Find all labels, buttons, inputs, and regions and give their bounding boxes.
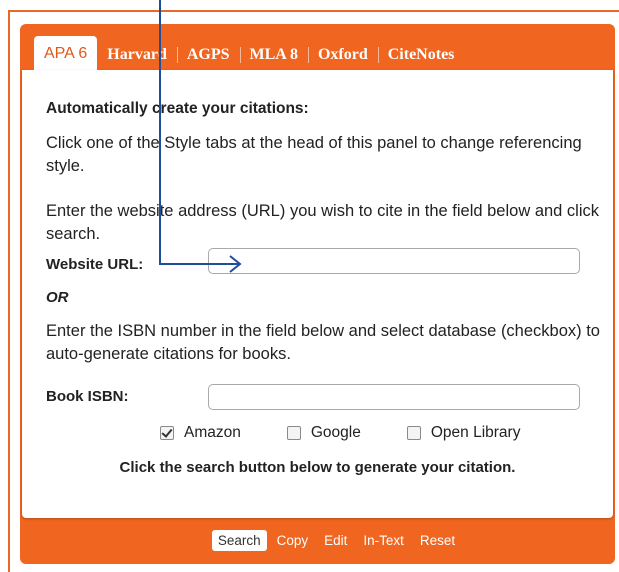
checkbox-checked-icon[interactable] bbox=[160, 426, 174, 440]
checkbox-unchecked-icon[interactable] bbox=[286, 426, 301, 440]
checkbox-unchecked-icon[interactable] bbox=[406, 426, 421, 440]
or-label: OR bbox=[46, 289, 69, 306]
search-button[interactable]: Search bbox=[211, 530, 267, 551]
book-isbn-label: Book ISBN: bbox=[46, 388, 129, 405]
open-library-checkbox[interactable]: Open Library bbox=[406, 424, 521, 442]
isbn-hint: Enter the ISBN number in the field below… bbox=[46, 322, 600, 363]
open-library-label: Open Library bbox=[430, 424, 521, 441]
amazon-checkbox[interactable]: Amazon bbox=[160, 424, 241, 442]
copy-button[interactable]: Copy bbox=[271, 530, 315, 551]
tab-apa6[interactable]: APA 6 bbox=[34, 36, 98, 70]
google-label: Google bbox=[310, 424, 361, 441]
google-checkbox[interactable]: Google bbox=[286, 424, 361, 442]
tab-citenotes[interactable]: CiteNotes bbox=[377, 40, 465, 70]
edit-button[interactable]: Edit bbox=[318, 530, 353, 551]
style-hint: Click one of the Style tabs at the head … bbox=[46, 134, 582, 175]
amazon-label: Amazon bbox=[184, 424, 241, 441]
reset-button[interactable]: Reset bbox=[414, 530, 461, 551]
website-url-input[interactable] bbox=[208, 248, 580, 274]
book-isbn-input[interactable] bbox=[208, 384, 580, 410]
style-tabs: APA 6 Harvard AGPS MLA 8 Oxford CiteNote… bbox=[34, 32, 464, 70]
tab-agps[interactable]: AGPS bbox=[176, 40, 240, 70]
action-bar: Search Copy Edit In-Text Reset bbox=[20, 530, 615, 551]
website-url-label: Website URL: bbox=[46, 256, 144, 273]
url-hint: Enter the website address (URL) you wish… bbox=[46, 202, 600, 243]
database-checkboxes: Amazon Google Open Library bbox=[160, 424, 520, 442]
tab-oxford[interactable]: Oxford bbox=[307, 40, 378, 70]
search-instruction: Click the search button below to generat… bbox=[119, 459, 516, 476]
citation-form: Automatically create your citations: Cli… bbox=[22, 70, 613, 518]
in-text-button[interactable]: In-Text bbox=[357, 530, 410, 551]
tab-harvard[interactable]: Harvard bbox=[97, 40, 177, 70]
citation-panel: APA 6 Harvard AGPS MLA 8 Oxford CiteNote… bbox=[20, 24, 615, 564]
form-heading: Automatically create your citations: bbox=[46, 100, 309, 117]
tab-mla8[interactable]: MLA 8 bbox=[239, 40, 308, 70]
